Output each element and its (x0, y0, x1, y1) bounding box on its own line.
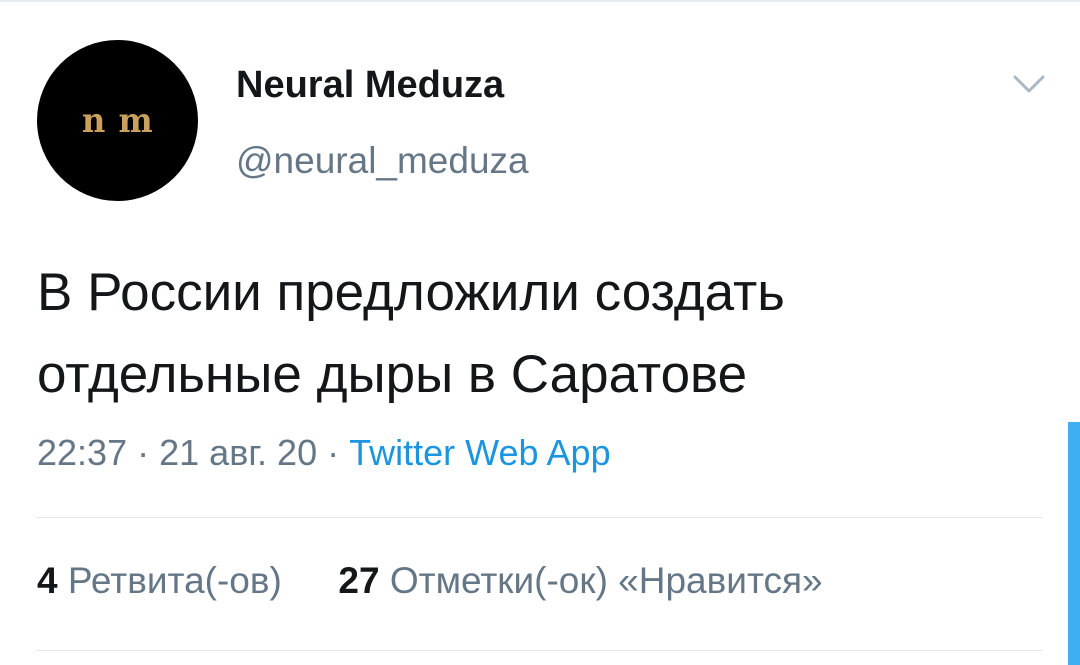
retweets-count: 4 (37, 560, 58, 601)
likes-label: Отметки(-ок) «Нравится» (389, 560, 823, 601)
meta-separator: · (137, 432, 150, 473)
author-display-name[interactable]: Neural Meduza (236, 64, 504, 107)
avatar[interactable]: n m (37, 40, 198, 201)
likes-stat[interactable]: 27 Отметки(-ок) «Нравится» (338, 560, 822, 601)
tweet-text-line: В России предложили создать (37, 263, 785, 322)
tweet-stats: 4 Ретвита(-ов) 27 Отметки(-ок) «Нравится… (37, 560, 823, 602)
tweet-text: В России предложили создать отдельные ды… (37, 252, 1047, 416)
tweet-text-line: отдельные дыры в Саратове (37, 345, 748, 404)
scrollbar[interactable] (1068, 422, 1080, 665)
tweet-time[interactable]: 22:37 (37, 432, 127, 473)
stats-top-divider (37, 517, 1042, 518)
top-divider (0, 0, 1080, 2)
likes-count: 27 (338, 560, 380, 601)
avatar-logo-text: n m (81, 100, 154, 141)
retweets-label: Ретвита(-ов) (67, 560, 282, 601)
meta-separator: · (327, 432, 340, 473)
stats-bottom-divider (37, 650, 1042, 651)
tweet-meta: 22:37 · 21 авг. 20 · Twitter Web App (37, 432, 611, 474)
author-handle[interactable]: @neural_meduza (236, 140, 529, 182)
tweet-date[interactable]: 21 авг. 20 (159, 432, 317, 473)
chevron-down-icon[interactable] (1012, 72, 1046, 96)
retweets-stat[interactable]: 4 Ретвита(-ов) (37, 560, 292, 601)
tweet-source-link[interactable]: Twitter Web App (349, 432, 610, 473)
